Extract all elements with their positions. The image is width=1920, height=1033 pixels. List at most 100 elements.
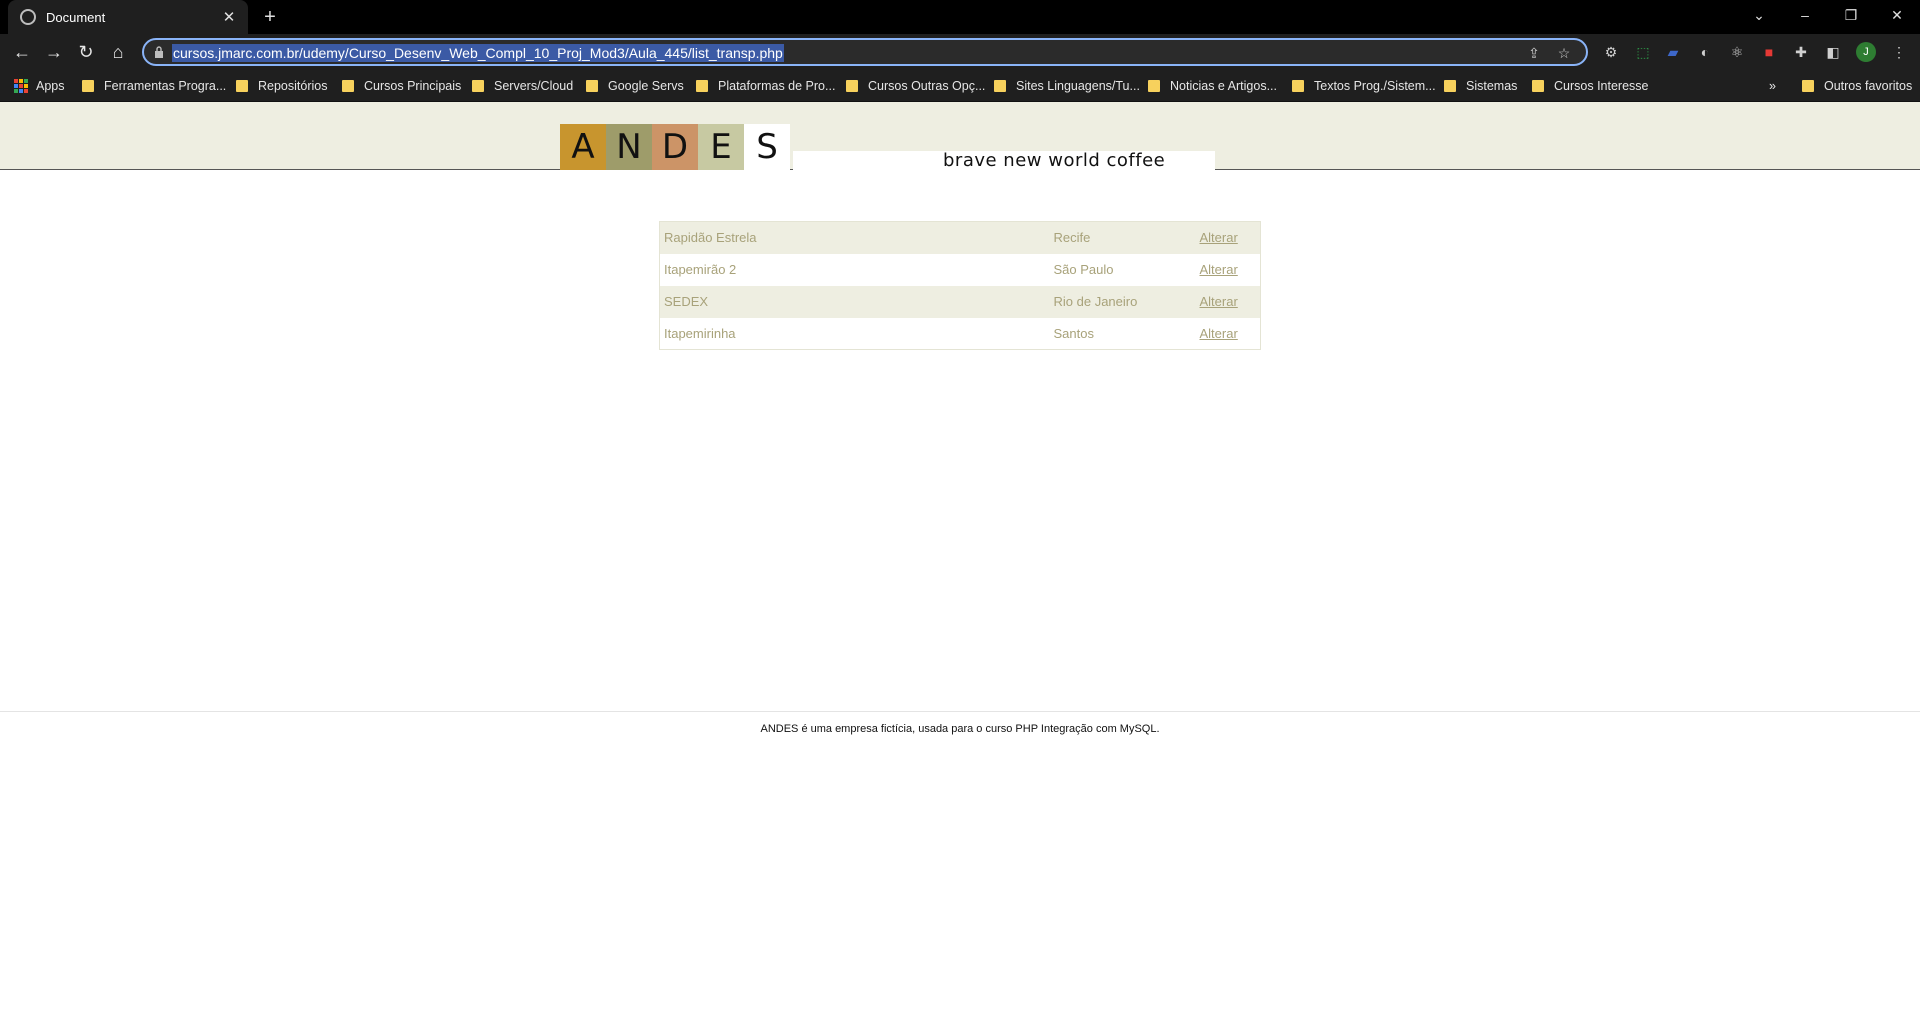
bookmark-label: Servers/Cloud <box>494 79 574 93</box>
carrier-name: Itapemirão 2 <box>659 253 1050 286</box>
bookmark-folder[interactable]: Repositórios <box>236 76 327 96</box>
bookmark-folder[interactable]: Sites Linguagens/Tu... <box>994 76 1140 96</box>
site-header: A N D E S brave new world coffee <box>0 102 1920 171</box>
plus-icon[interactable]: + <box>258 4 282 30</box>
bookmark-folder[interactable]: Ferramentas Progra... <box>82 76 226 96</box>
bookmark-folder[interactable]: Sistemas <box>1444 76 1517 96</box>
bookmark-label: Ferramentas Progra... <box>104 79 227 93</box>
table-row: Itapemirão 2 São Paulo Alterar <box>659 253 1261 286</box>
folder-icon <box>1292 80 1304 92</box>
browser-toolbar: ← → ↻ ⌂ cursos.jmarc.com.br/udemy/Curso_… <box>0 34 1920 70</box>
lock-icon <box>155 46 163 58</box>
bookmark-folder[interactable]: Google Servs <box>586 76 684 96</box>
site-footer: ANDES é uma empresa fictícia, usada para… <box>760 723 1160 735</box>
bookmark-label: Sites Linguagens/Tu... <box>1016 79 1140 93</box>
react-devtools-icon[interactable]: ⚛ <box>1728 43 1746 61</box>
folder-icon <box>1148 80 1160 92</box>
carrier-city: Recife <box>1049 221 1196 254</box>
restore-icon[interactable]: ❐ <box>1828 0 1874 30</box>
folder-icon <box>846 80 858 92</box>
double-chevron-icon: » <box>1769 79 1776 93</box>
dark-mode-icon[interactable]: ◐ <box>1696 43 1714 61</box>
edit-link[interactable]: Alterar <box>1200 294 1238 309</box>
edit-link[interactable]: Alterar <box>1200 230 1238 245</box>
bookmark-label: Google Servs <box>608 79 684 93</box>
folder-icon <box>472 80 484 92</box>
minimize-icon[interactable]: – <box>1782 0 1828 30</box>
folder-icon <box>994 80 1006 92</box>
folder-icon <box>82 80 94 92</box>
table-row: SEDEX Rio de Janeiro Alterar <box>659 285 1261 318</box>
folder-icon <box>236 80 248 92</box>
folder-icon <box>1802 80 1814 92</box>
share-icon[interactable]: ⇪ <box>1524 43 1544 63</box>
bookmark-label: Cursos Principais <box>364 79 462 93</box>
bookmarks-bar: Apps Ferramentas Progra... Repositórios … <box>0 70 1920 102</box>
extension-icon[interactable]: ▰ <box>1664 43 1682 61</box>
active-tab[interactable]: Document ✕ <box>8 0 248 34</box>
logo-letter-a: A <box>560 124 606 170</box>
tab-strip: Document ✕ + ⌄ – ❐ ✕ <box>0 0 1920 34</box>
bookmark-folder[interactable]: Textos Prog./Sistem... <box>1292 76 1436 96</box>
carrier-name: Itapemirinha <box>659 317 1050 350</box>
bookmark-label: Outros favoritos <box>1824 79 1913 93</box>
logo-letter-n: N <box>606 124 652 170</box>
screenshot-extension-icon[interactable]: ⬚ <box>1634 43 1652 61</box>
web-page: A N D E S brave new world coffee Rapidão… <box>0 102 1920 1033</box>
folder-icon <box>586 80 598 92</box>
window-close-icon[interactable]: ✕ <box>1874 0 1920 30</box>
bookmark-label: Repositórios <box>258 79 328 93</box>
globe-icon <box>20 9 36 25</box>
folder-icon <box>342 80 354 92</box>
table-row: Itapemirinha Santos Alterar <box>659 317 1261 350</box>
edit-link[interactable]: Alterar <box>1200 326 1238 341</box>
bookmark-label: Apps <box>36 79 65 93</box>
star-icon[interactable]: ☆ <box>1554 43 1574 63</box>
carrier-city: Santos <box>1049 317 1196 350</box>
bookmark-label: Textos Prog./Sistem... <box>1314 79 1436 93</box>
profile-avatar[interactable]: J <box>1856 42 1876 62</box>
edit-link[interactable]: Alterar <box>1200 262 1238 277</box>
carrier-city: São Paulo <box>1049 253 1196 286</box>
bookmark-folder[interactable]: Cursos Interesse <box>1532 76 1648 96</box>
logo-letter-s: S <box>744 124 790 170</box>
bookmark-apps[interactable]: Apps <box>14 76 65 96</box>
more-menu-icon[interactable]: ⋮ <box>1890 43 1908 61</box>
settings-gear-icon[interactable]: ⚙ <box>1602 43 1620 61</box>
logo-letter-e: E <box>698 124 744 170</box>
apps-grid-icon <box>14 79 28 93</box>
bookmark-folder[interactable]: Servers/Cloud <box>472 76 573 96</box>
bookmark-label: Sistemas <box>1466 79 1518 93</box>
table-row: Rapidão Estrela Recife Alterar <box>659 221 1261 254</box>
home-icon[interactable]: ⌂ <box>104 38 132 66</box>
tab-title: Document <box>46 9 106 25</box>
bookmark-folder[interactable]: Noticias e Artigos... <box>1148 76 1277 96</box>
bookmark-label: Noticias e Artigos... <box>1170 79 1277 93</box>
url-text[interactable]: cursos.jmarc.com.br/udemy/Curso_Desenv_W… <box>172 44 784 62</box>
bookmark-folder[interactable]: Plataformas de Pro... <box>696 76 835 96</box>
carrier-name: Rapidão Estrela <box>659 221 1050 254</box>
folder-icon <box>696 80 708 92</box>
address-bar[interactable]: cursos.jmarc.com.br/udemy/Curso_Desenv_W… <box>142 38 1588 66</box>
bookmark-label: Cursos Interesse <box>1554 79 1649 93</box>
reload-icon[interactable]: ↻ <box>72 38 100 66</box>
bookmark-label: Plataformas de Pro... <box>718 79 836 93</box>
carrier-name: SEDEX <box>659 285 1050 318</box>
folder-icon <box>1444 80 1456 92</box>
back-arrow-icon[interactable]: ← <box>8 38 36 66</box>
tagline: brave new world coffee <box>943 150 1166 171</box>
red-extension-icon[interactable]: ■ <box>1760 43 1778 61</box>
puzzle-icon[interactable]: ✚ <box>1792 43 1810 61</box>
folder-icon <box>1532 80 1544 92</box>
logo-letter-d: D <box>652 124 698 170</box>
bookmark-other-favorites[interactable]: Outros favoritos <box>1802 76 1912 96</box>
tab-search-icon[interactable]: ⌄ <box>1736 0 1782 30</box>
close-tab-icon[interactable]: ✕ <box>220 8 238 26</box>
bookmark-folder[interactable]: Cursos Principais <box>342 76 461 96</box>
bookmarks-overflow-button[interactable]: » <box>1769 76 1776 96</box>
transportadoras-table: Rapidão Estrela Recife Alterar Itapemirã… <box>659 221 1261 350</box>
side-panel-icon[interactable]: ◧ <box>1824 43 1842 61</box>
footer-divider <box>0 711 1920 712</box>
bookmark-folder[interactable]: Cursos Outras Opç... <box>846 76 985 96</box>
forward-arrow-icon[interactable]: → <box>40 38 68 66</box>
